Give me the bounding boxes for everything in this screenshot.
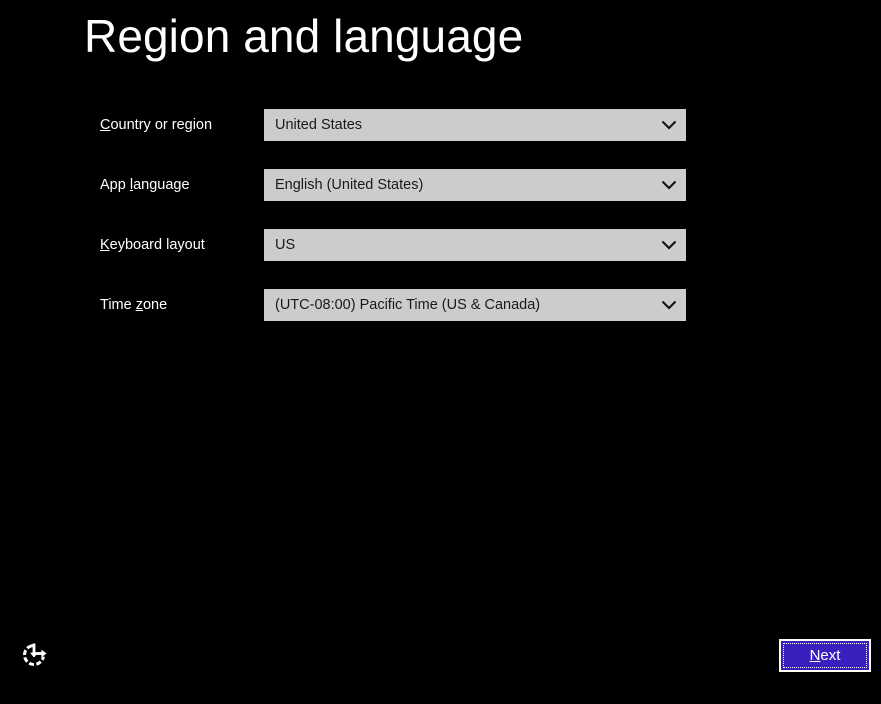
chevron-down-icon <box>652 169 686 201</box>
label-country-or-region: Country or region <box>100 115 260 135</box>
page-title: Region and language <box>84 10 524 62</box>
label-accesskey: z <box>135 297 143 313</box>
chevron-down-icon <box>652 289 686 321</box>
chevron-down-icon <box>652 109 686 141</box>
label-accesskey: K <box>100 237 110 253</box>
label-suffix: eyboard layout <box>109 237 205 253</box>
combobox-value-time-zone: (UTC-08:00) Pacific Time (US & Canada) <box>275 297 541 313</box>
ease-of-access-button[interactable] <box>19 639 51 671</box>
ease-of-access-icon <box>20 640 50 670</box>
label-time-zone: Time zone <box>100 295 260 315</box>
label-app-language: App language <box>100 175 260 195</box>
combobox-value-app-language: English (United States) <box>275 177 424 193</box>
combobox-value-country-or-region: United States <box>275 117 363 133</box>
form-row-time-zone: Time zone (UTC-08:00) Pacific Time (US &… <box>0 289 881 349</box>
label-accesskey: C <box>100 117 111 133</box>
next-accesskey: N <box>809 646 821 664</box>
label-keyboard-layout: Keyboard layout <box>100 235 260 255</box>
chevron-down-icon <box>652 229 686 261</box>
next-suffix: ext <box>820 646 841 664</box>
next-button[interactable]: Next <box>779 639 871 672</box>
label-suffix: anguage <box>133 177 190 193</box>
form-row-country-or-region: Country or region United States <box>0 109 881 169</box>
region-and-language-screen: Region and language Country or region Un… <box>0 0 881 704</box>
form-row-app-language: App language English (United States) <box>0 169 881 229</box>
settings-form: Country or region United States App lang… <box>0 109 881 349</box>
label-suffix: ountry or region <box>110 117 213 133</box>
next-button-label: Next <box>810 647 841 665</box>
label-prefix: Time <box>100 297 136 313</box>
combobox-time-zone[interactable]: (UTC-08:00) Pacific Time (US & Canada) <box>264 289 686 321</box>
combobox-country-or-region[interactable]: United States <box>264 109 686 141</box>
combobox-app-language[interactable]: English (United States) <box>264 169 686 201</box>
form-row-keyboard-layout: Keyboard layout US <box>0 229 881 289</box>
combobox-value-keyboard-layout: US <box>275 237 296 253</box>
combobox-keyboard-layout[interactable]: US <box>264 229 686 261</box>
label-prefix: App <box>100 177 130 193</box>
label-suffix: one <box>142 297 168 313</box>
